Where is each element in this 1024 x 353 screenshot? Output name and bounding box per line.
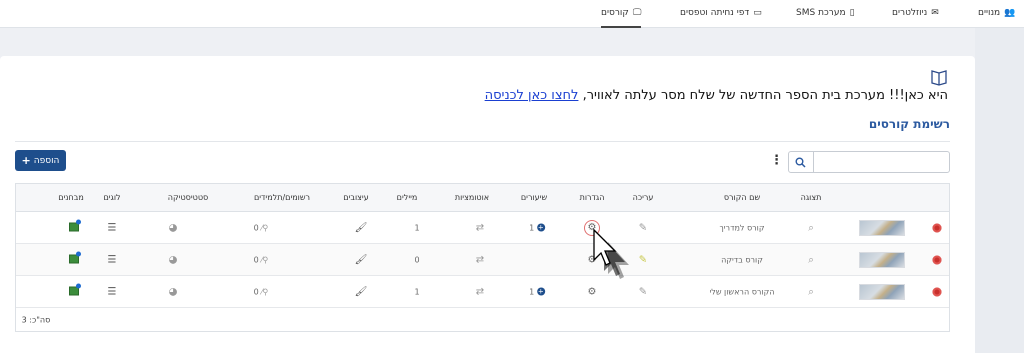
more-options-icon[interactable]: ⋮ xyxy=(770,153,783,168)
users-icon: 👥 xyxy=(1004,8,1016,18)
design-brush-icon[interactable]: 🖌 xyxy=(355,254,368,265)
col-emails: מיילים xyxy=(396,193,418,202)
right-sidebar-strip xyxy=(975,28,1024,353)
delete-icon[interactable] xyxy=(932,223,942,232)
col-exams: מבחנים xyxy=(58,193,84,202)
registrants-cell[interactable]: 0 ⁄⚲ xyxy=(254,287,269,296)
settings-gear-icon[interactable]: ⚙ xyxy=(588,254,597,265)
registrants-count: 0 xyxy=(253,255,259,264)
registrants-count: 0 xyxy=(253,223,259,232)
emails-count[interactable]: 1 xyxy=(414,287,419,296)
delete-icon[interactable] xyxy=(932,287,942,296)
mobile-icon: ▯ xyxy=(849,8,855,18)
add-button-label: הוספה xyxy=(33,155,60,166)
nav-label: מערכת SMS xyxy=(796,8,846,18)
col-designs: עיצובים xyxy=(343,193,369,202)
registrants-icon: ⁄⚲ xyxy=(261,223,269,232)
total-count: סה"כ: 3 xyxy=(21,315,51,324)
top-navigation: 👥 מנויים ✉ ניוזלטרים ▯ מערכת SMS ▭ דפי נ… xyxy=(0,0,1024,28)
col-edit: עריכה xyxy=(632,193,654,202)
lessons-cell[interactable]: 1 + xyxy=(529,223,545,232)
col-statistics: סטטיסטיקה xyxy=(167,193,209,202)
col-registrants: רשומים/תלמידים xyxy=(253,193,311,202)
landing-page-icon: ▭ xyxy=(753,8,762,18)
announcement: היא כאן!!! מערכת בית הספר החדשה של שלח מ… xyxy=(485,88,948,103)
table-row: ⌕ קורס בדיקה ✎ ⚙ ⇄ 0 🖌 0 ⁄⚲ ◕ ☰ xyxy=(16,244,949,276)
nav-item-landing-pages[interactable]: ▭ דפי נחיתה וטפסים xyxy=(680,8,762,18)
courses-table: תצוגה שם הקורס עריכה הגדרות שיעורים אוטו… xyxy=(15,183,950,332)
col-preview: תצוגה xyxy=(800,193,822,202)
settings-gear-icon[interactable]: ⚙ xyxy=(584,219,600,236)
col-logs: לוגים xyxy=(103,193,121,202)
nav-label: קורסים xyxy=(601,8,629,18)
statistics-pie-icon[interactable]: ◕ xyxy=(169,222,178,233)
nav-label: דפי נחיתה וטפסים xyxy=(680,8,750,18)
nav-item-subscribers[interactable]: 👥 מנויים xyxy=(978,8,1015,18)
automation-icon[interactable]: ⇄ xyxy=(476,222,484,233)
emails-count[interactable]: 1 xyxy=(414,223,419,232)
col-name: שם הקורס xyxy=(723,193,761,202)
edit-pencil-icon[interactable]: ✎ xyxy=(639,222,647,233)
preview-icon[interactable]: ⌕ xyxy=(808,222,814,233)
col-automations: אוטומציות xyxy=(454,193,490,202)
registrants-icon: ⁄⚲ xyxy=(261,287,269,296)
table-footer: סה"כ: 3 xyxy=(16,308,949,331)
logs-list-icon[interactable]: ☰ xyxy=(108,254,117,265)
settings-gear-icon[interactable]: ⚙ xyxy=(588,286,597,297)
automation-icon[interactable]: ⇄ xyxy=(476,254,484,265)
course-name[interactable]: קורס למדריך xyxy=(719,223,764,232)
search-button[interactable] xyxy=(788,151,814,173)
statistics-pie-icon[interactable]: ◕ xyxy=(169,286,178,297)
nav-label: ניוזלטרים xyxy=(892,8,928,18)
add-course-button[interactable]: הוספה + xyxy=(15,150,66,171)
statistics-pie-icon[interactable]: ◕ xyxy=(169,254,178,265)
registrants-cell[interactable]: 0 ⁄⚲ xyxy=(254,223,269,232)
logs-list-icon[interactable]: ☰ xyxy=(108,222,117,233)
course-thumbnail xyxy=(859,219,905,236)
lessons-count: 1 xyxy=(529,287,535,296)
school-book-icon xyxy=(930,68,948,90)
emails-count[interactable]: 0 xyxy=(414,255,419,264)
section-title: רשימת קורסים xyxy=(868,117,950,131)
col-settings: הגדרות xyxy=(579,193,605,202)
divider xyxy=(15,141,950,142)
course-thumbnail xyxy=(859,251,905,268)
edit-pencil-icon[interactable]: ✎ xyxy=(639,254,647,265)
table-header: תצוגה שם הקורס עריכה הגדרות שיעורים אוטו… xyxy=(16,184,949,212)
add-lesson-icon[interactable]: + xyxy=(536,287,545,296)
col-lessons: שיעורים xyxy=(520,193,548,202)
edit-pencil-icon[interactable]: ✎ xyxy=(639,286,647,297)
registrants-cell[interactable]: 0 ⁄⚲ xyxy=(254,255,269,264)
lessons-count: 1 xyxy=(529,223,535,232)
lessons-cell[interactable]: 1 + xyxy=(529,287,545,296)
preview-icon[interactable]: ⌕ xyxy=(808,286,814,297)
table-row: ⌕ הקורס הראשון שלי ✎ ⚙ 1 + ⇄ 1 🖌 0 ⁄⚲ ◕ … xyxy=(16,276,949,308)
nav-item-newsletters[interactable]: ✉ ניוזלטרים xyxy=(892,8,939,18)
announcement-link[interactable]: לחצו כאן לכניסה xyxy=(485,88,579,103)
nav-item-sms[interactable]: ▯ מערכת SMS xyxy=(796,8,855,18)
envelope-icon: ✉ xyxy=(931,8,939,18)
preview-icon[interactable]: ⌕ xyxy=(808,254,814,265)
course-name[interactable]: הקורס הראשון שלי xyxy=(710,287,775,296)
course-name[interactable]: קורס בדיקה xyxy=(721,255,763,264)
announcement-text: היא כאן!!! מערכת בית הספר החדשה של שלח מ… xyxy=(582,88,948,103)
automation-icon[interactable]: ⇄ xyxy=(476,286,484,297)
design-brush-icon[interactable]: 🖌 xyxy=(355,286,368,297)
exams-image-icon[interactable] xyxy=(69,283,81,297)
design-brush-icon[interactable]: 🖌 xyxy=(355,222,368,233)
exams-image-icon[interactable] xyxy=(69,251,81,265)
nav-label: מנויים xyxy=(978,8,1001,18)
delete-icon[interactable] xyxy=(932,255,942,264)
registrants-icon: ⁄⚲ xyxy=(261,255,269,264)
course-thumbnail xyxy=(859,283,905,300)
add-lesson-icon[interactable]: + xyxy=(536,223,545,232)
table-row: ⌕ קורס למדריך ✎ ⚙ 1 + ⇄ 1 🖌 0 ⁄⚲ ◕ ☰ xyxy=(16,212,949,244)
registrants-count: 0 xyxy=(253,287,259,296)
search-icon xyxy=(795,157,806,168)
exams-image-icon[interactable] xyxy=(69,219,81,233)
monitor-icon: 🖵 xyxy=(632,8,642,18)
logs-list-icon[interactable]: ☰ xyxy=(108,286,117,297)
nav-item-courses[interactable]: 🖵 קורסים xyxy=(601,8,642,28)
plus-icon: + xyxy=(21,154,31,167)
